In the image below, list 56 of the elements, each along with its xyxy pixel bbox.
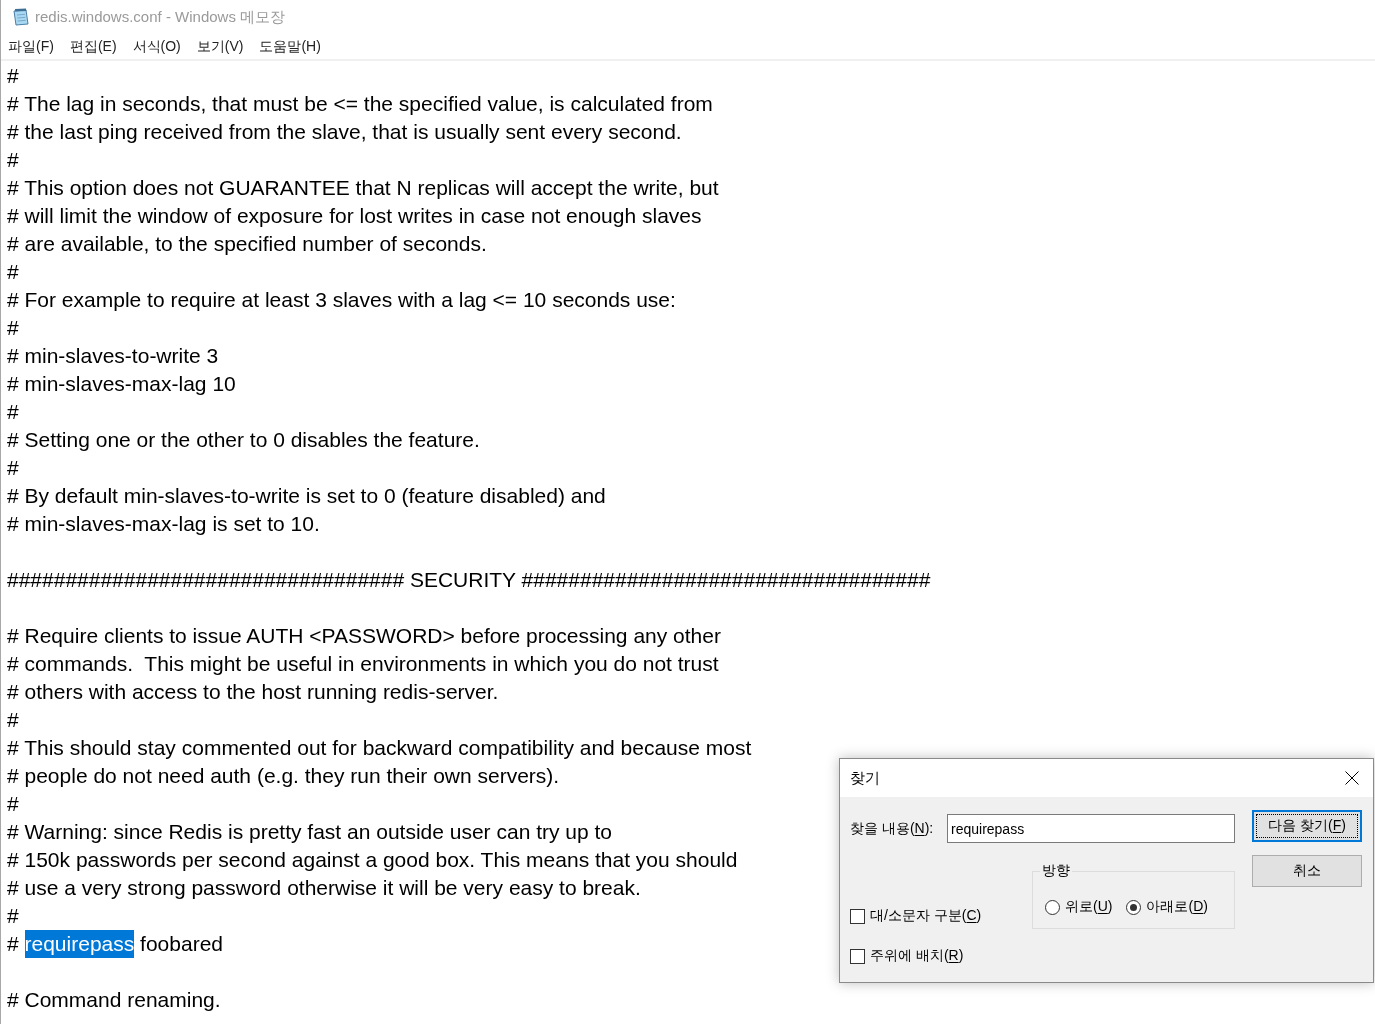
text-line: # (7, 259, 19, 285)
text-line: # Setting one or the other to 0 disables the feature. (7, 427, 480, 453)
close-button[interactable] (1345, 771, 1359, 785)
radio-button[interactable] (1126, 899, 1142, 915)
selected-text: requirepass (24, 930, 135, 958)
find-next-button[interactable]: 다음 찾기(F) (1252, 810, 1362, 842)
text-line: # Command renaming. (7, 987, 221, 1013)
text-line: # (7, 791, 19, 817)
dialog-title: 찾기 (850, 768, 880, 788)
notepad-icon (11, 7, 30, 27)
text-line: # commands. This might be useful in environments in which you do not trust (7, 651, 719, 677)
text-line: # min-slaves-max-lag 10 (7, 371, 236, 397)
text-line: # (7, 455, 19, 481)
text-line: # The lag in seconds, that must be <= the specified value, is calculated from (7, 91, 713, 117)
text-line: # (7, 63, 19, 89)
radio-button[interactable] (1045, 899, 1060, 915)
radio-label[interactable]: 위로(U) (1065, 898, 1113, 916)
text-line: foobared (139, 931, 223, 957)
text-line: # By default min-slaves-to-write is set to 0 (feature disabled) and (7, 483, 606, 509)
text-line: # (7, 147, 19, 173)
text-line: # others with access to the host running redis-server. (7, 679, 499, 705)
menu-item[interactable]: 편집(E) (69, 37, 117, 56)
find-field[interactable]: requirepass (947, 814, 1235, 843)
menu-item[interactable]: 파일(F) (8, 37, 54, 56)
text-line: # 150k passwords per second against a good box. This means that you should (7, 847, 738, 873)
text-line: # For example to require at least 3 slaves with a lag <= 10 seconds use: (7, 287, 676, 313)
text-line: # use a very strong password otherwise it will be very easy to break. (7, 875, 641, 901)
text-line: # min-slaves-to-write 3 (7, 343, 219, 369)
text-line: ################################## SECURITY ################################### (7, 567, 931, 593)
text-line: # (7, 903, 19, 929)
text-line: # (7, 707, 19, 733)
text-line: # (7, 315, 19, 341)
menu-item[interactable]: 서식(O) (132, 37, 181, 56)
text-line: # are available, to the specified number of seconds. (7, 231, 487, 257)
window-title: redis.windows.conf - Windows 메모장 (35, 7, 286, 27)
text-line: # min-slaves-max-lag is set to 10. (7, 511, 320, 537)
cancel-button[interactable]: 취소 (1252, 855, 1362, 887)
text-line: # This option does not GUARANTEE that N replicas will accept the write, but (7, 175, 719, 201)
menu-item[interactable]: 도움말(H) (259, 37, 321, 56)
checkbox[interactable] (850, 948, 865, 964)
checkbox-label[interactable]: 대/소문자 구분(C) (870, 907, 982, 925)
text-line: # (7, 399, 19, 425)
text-line: # Require clients to issue AUTH <PASSWORD> before processing any other (7, 623, 721, 649)
checkbox-label[interactable]: 주위에 배치(R) (870, 947, 964, 965)
text-line: # will limit the window of exposure for lost writes in case not enough slaves (7, 203, 702, 229)
checkbox[interactable] (850, 908, 865, 924)
close-icon (1345, 771, 1359, 785)
text-line: # people do not need auth (e.g. they run their own servers). (7, 763, 560, 789)
text-line: # (7, 931, 20, 957)
find-label: 찾을 내용(N): (850, 819, 935, 838)
menu-item[interactable]: 보기(V) (196, 37, 244, 56)
text-line: # This should stay commented out for backward compatibility and because most (7, 735, 752, 761)
radio-label[interactable]: 아래로(D) (1146, 898, 1208, 916)
text-line: # Warning: since Redis is pretty fast an outside user can try up to (7, 819, 612, 845)
group-label: 방향 (1041, 862, 1071, 880)
text-line: # the last ping received from the slave, that is usually sent every second. (7, 119, 682, 145)
